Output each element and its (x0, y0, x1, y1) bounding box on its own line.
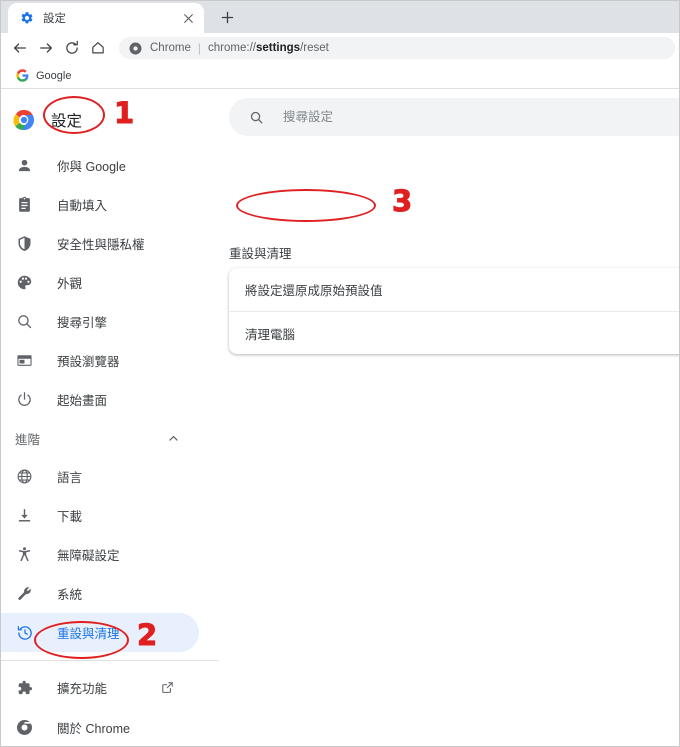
sidebar-item-label: 搜尋引擎 (57, 316, 108, 330)
sidebar-item-on-startup[interactable]: 起始畫面 (1, 380, 199, 419)
shield-icon (15, 234, 34, 253)
sidebar-item-label: 自動填入 (57, 199, 108, 213)
sidebar-item-label: 無障礙設定 (57, 549, 120, 563)
bookmark-label: Google (36, 69, 72, 82)
clipboard-icon (15, 195, 34, 214)
back-arrow-icon[interactable] (7, 35, 33, 61)
sidebar-item-label: 起始畫面 (57, 394, 108, 408)
search-settings-bar[interactable] (229, 98, 679, 136)
bookmark-google[interactable]: Google (9, 66, 77, 86)
search-settings-wrap (229, 98, 679, 136)
sidebar-section-label: 進階 (15, 432, 41, 447)
sidebar-item-accessibility[interactable]: 無障礙設定 (1, 535, 199, 574)
sidebar-item-label: 外觀 (57, 277, 83, 291)
wrench-icon (15, 584, 34, 603)
tab-settings[interactable]: 設定 (8, 3, 204, 33)
chevron-up-icon (165, 430, 181, 446)
settings-nav: 你與 Google 自動填入 安全性與隱私權 外觀 搜尋引擎 預設瀏覽器 起始畫… (1, 146, 219, 746)
restore-clock-icon (15, 623, 34, 642)
sidebar-item-label: 擴充功能 (57, 681, 108, 696)
tab-title: 設定 (43, 13, 66, 25)
sidebar-item-system[interactable]: 系統 (1, 574, 199, 613)
power-icon (15, 390, 34, 409)
sidebar-item-autofill[interactable]: 自動填入 (1, 185, 199, 224)
sidebar-item-label: 下載 (57, 510, 83, 524)
url-prefix: chrome:// (208, 42, 256, 54)
sidebar-item-label: 關於 Chrome (57, 721, 130, 736)
search-input[interactable] (283, 110, 663, 124)
url-suffix: /reset (300, 42, 329, 54)
sidebar-item-languages[interactable]: 語言 (1, 457, 199, 496)
settings-brand-title: 設定 (51, 113, 83, 130)
settings-brand[interactable]: 設定 (1, 98, 219, 142)
sidebar-item-default-browser[interactable]: 預設瀏覽器 (1, 341, 199, 380)
palette-icon (15, 273, 34, 292)
row-label: 將設定還原成原始預設值 (245, 284, 383, 298)
sidebar-item-label: 系統 (57, 588, 83, 602)
reload-icon[interactable] (59, 35, 85, 61)
sidebar-item-privacy-and-security[interactable]: 安全性與隱私權 (1, 224, 199, 263)
sidebar-item-extensions[interactable]: 擴充功能 (1, 667, 199, 707)
sidebar-item-reset-and-clean[interactable]: 重設與清理 (1, 613, 199, 652)
browser-window: 設定 Chrome | chrome://settings/reset Goog… (0, 0, 680, 747)
settings-content: 重設與清理 將設定還原成原始預設值 清理電腦 (219, 90, 679, 746)
home-icon[interactable] (85, 35, 111, 61)
sidebar-item-search-engine[interactable]: 搜尋引擎 (1, 302, 199, 341)
reset-options-card: 將設定還原成原始預設值 清理電腦 (229, 268, 679, 354)
row-label: 清理電腦 (245, 327, 296, 342)
search-icon (15, 312, 34, 331)
person-icon (15, 156, 34, 175)
open-in-new-icon (160, 680, 175, 695)
download-icon (15, 506, 34, 525)
sidebar-section-advanced[interactable]: 進階 (1, 419, 199, 457)
page-title: 重設與清理 (229, 247, 292, 261)
omnibox-chip-label: Chrome (150, 42, 191, 54)
gear-icon (19, 11, 34, 26)
search-icon (248, 109, 265, 126)
chrome-logo-icon (13, 109, 35, 131)
omnibox-separator: | (197, 41, 202, 55)
settings-sidebar: 設定 你與 Google 自動填入 安全性與隱私權 外觀 搜尋引擎 預設瀏覽器 … (1, 90, 219, 746)
clean-up-computer-row[interactable]: 清理電腦 (229, 311, 679, 354)
browser-window-icon (15, 351, 34, 370)
browser-toolbar: Chrome | chrome://settings/reset (1, 33, 679, 63)
sidebar-item-label: 預設瀏覽器 (57, 355, 120, 369)
accessibility-icon (15, 545, 34, 564)
sidebar-item-label: 重設與清理 (57, 627, 120, 641)
google-g-icon (15, 69, 29, 83)
close-icon[interactable] (180, 10, 196, 26)
omnibox-url: chrome://settings/reset (208, 42, 329, 54)
bookmarks-bar: Google (1, 63, 679, 89)
address-bar[interactable]: Chrome | chrome://settings/reset (119, 37, 675, 59)
chrome-logo-icon (15, 718, 34, 737)
sidebar-item-label: 安全性與隱私權 (57, 238, 145, 252)
new-tab-button[interactable] (216, 6, 238, 28)
sidebar-item-downloads[interactable]: 下載 (1, 496, 199, 535)
chrome-product-icon (129, 42, 142, 55)
sidebar-item-label: 語言 (57, 471, 83, 485)
forward-arrow-icon[interactable] (33, 35, 59, 61)
settings-page: 設定 你與 Google 自動填入 安全性與隱私權 外觀 搜尋引擎 預設瀏覽器 … (1, 90, 679, 746)
puzzle-icon (15, 678, 34, 697)
globe-icon (15, 467, 34, 486)
sidebar-item-you-and-google[interactable]: 你與 Google (1, 146, 199, 185)
sidebar-item-appearance[interactable]: 外觀 (1, 263, 199, 302)
sidebar-item-label: 你與 Google (57, 160, 126, 174)
restore-settings-row[interactable]: 將設定還原成原始預設值 (229, 268, 679, 311)
sidebar-item-about-chrome[interactable]: 關於 Chrome (1, 707, 199, 746)
sidebar-divider (1, 660, 219, 661)
tab-strip: 設定 (1, 1, 679, 33)
url-bold-segment: settings (255, 42, 301, 54)
